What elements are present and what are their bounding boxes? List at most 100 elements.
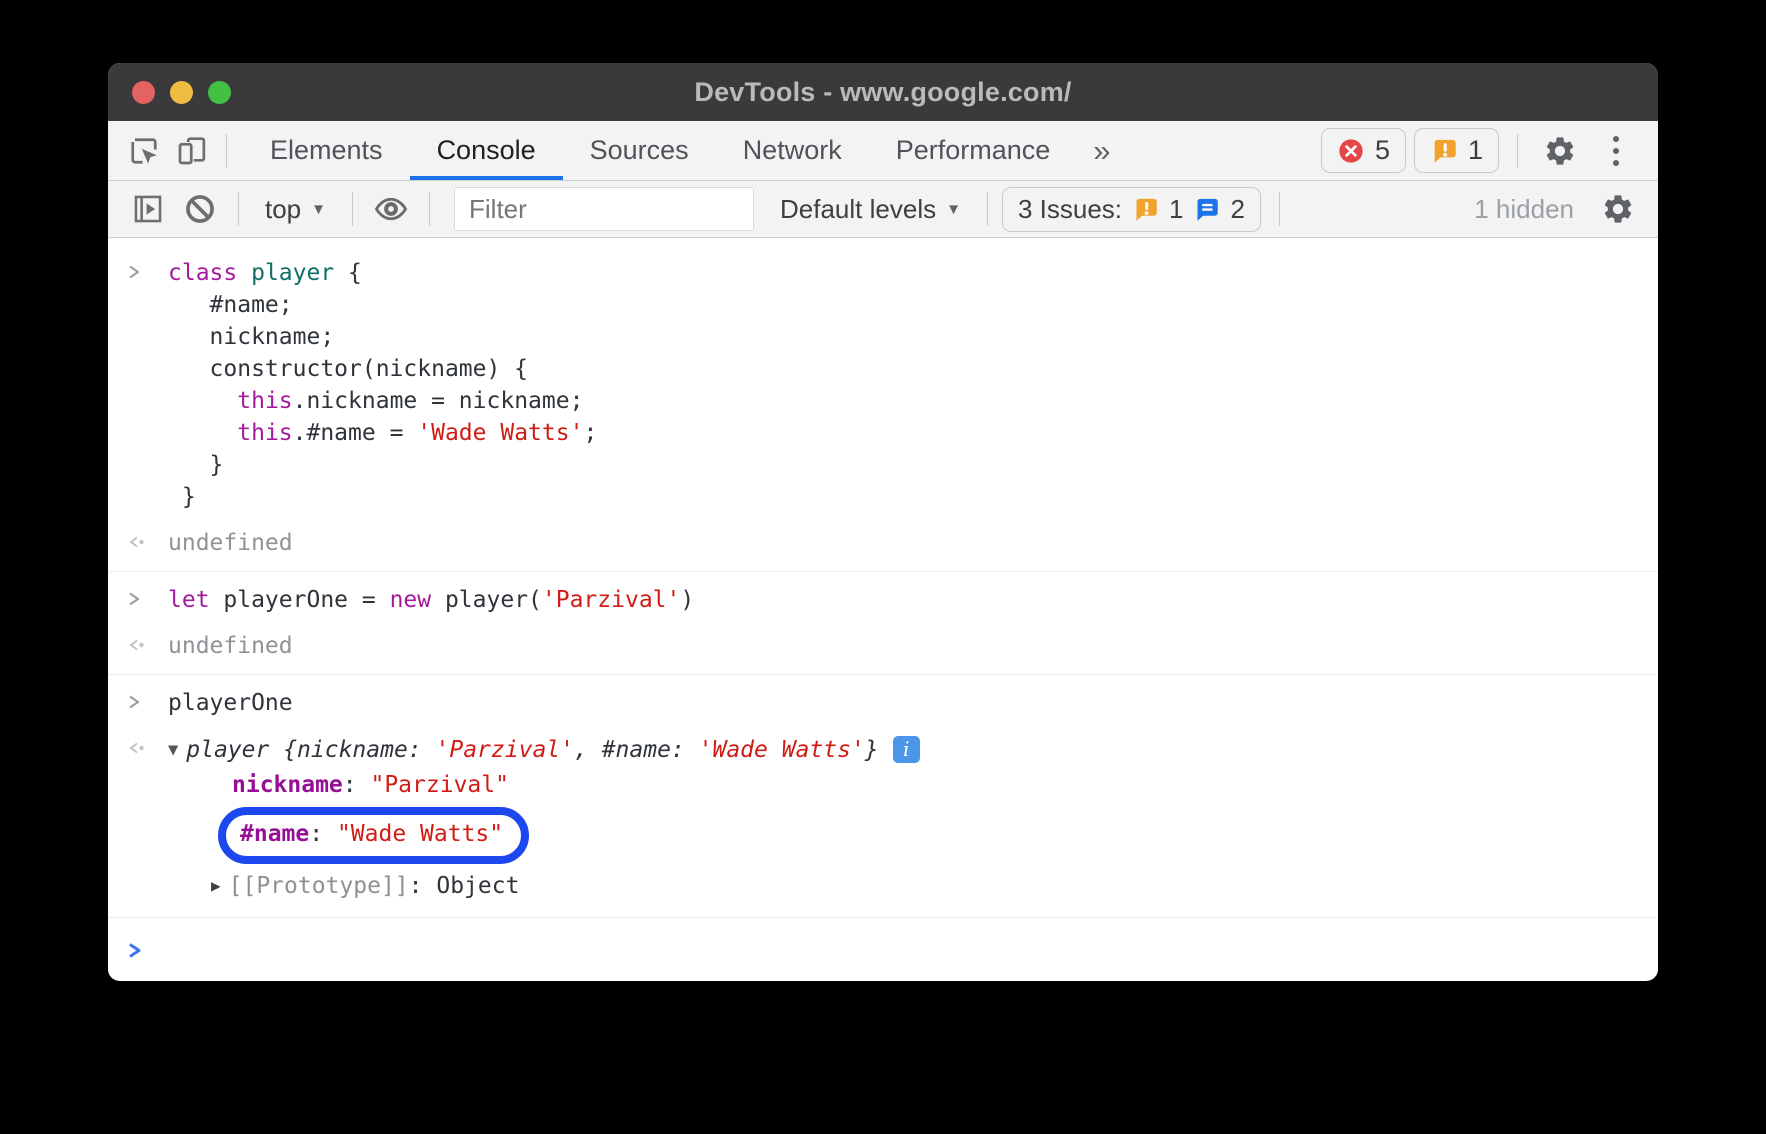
more-tabs-icon[interactable]: » [1077,133,1126,169]
collapse-triangle-icon[interactable]: ▼ [168,740,178,760]
prototype-value: Object [436,873,519,899]
warning-count: 1 [1468,135,1483,166]
devtools-tabbar: Elements Console Sources Network Perform… [108,121,1658,181]
menu-dots-icon[interactable] [1592,127,1640,175]
expand-triangle-icon[interactable]: ▶ [211,876,221,895]
tab-console[interactable]: Console [410,121,563,180]
highlight-ring-annotation: #name: "Wade Watts" [218,807,529,864]
code-token: player [251,260,334,286]
prototype-row: ▶[[Prototype]]: Object [211,867,1638,905]
titlebar[interactable]: DevTools - www.google.com/ [108,63,1658,121]
code-line: } [168,449,1638,481]
object-property-row: #name: "Wade Watts" [232,804,1638,867]
result-return-icon [126,527,168,559]
console-log: class player { #name; nickname; construc… [108,250,1658,967]
property-name: nickname [232,772,343,798]
inspect-element-icon[interactable] [120,127,168,175]
console-sidebar-icon[interactable] [124,185,172,233]
console-prompt[interactable] [108,923,1658,967]
property-separator: : [343,772,371,798]
code-token [168,420,237,446]
code-token: } [168,484,196,510]
property-value: "Parzival" [370,772,508,798]
code-token: .#name = [293,420,418,446]
object-property-row: nickname: "Parzival" [232,767,1638,804]
tab-network[interactable]: Network [716,121,869,180]
code-token: playerOne = [210,587,390,613]
issue-info-icon [1193,196,1220,223]
code-token: } [168,452,223,478]
zoom-button[interactable] [208,81,231,104]
code-token: 'Wade Watts' [699,737,865,763]
error-count: 5 [1375,135,1390,166]
property-name: #name [240,821,309,847]
tab-elements[interactable]: Elements [243,121,410,180]
code-line: nickname; [168,321,1638,353]
toolbar-divider [987,192,988,226]
minimize-button[interactable] [170,81,193,104]
code-token: { [334,260,362,286]
object-preview-text: player {nickname: 'Parzival', #name: 'Wa… [186,737,878,763]
issues-label: 3 Issues: [1018,194,1122,225]
warning-count-badge[interactable]: 1 [1414,128,1499,173]
code-line: class player { [168,257,1638,289]
info-badge-icon[interactable]: i [893,736,920,763]
console-entry-body: playerOne [168,687,1638,719]
code-line: this.nickname = nickname; [168,385,1638,417]
live-expression-eye-icon[interactable] [367,185,415,233]
clear-console-icon[interactable] [176,185,224,233]
toolbar-divider [352,192,353,226]
error-icon [1337,137,1365,165]
window-title: DevTools - www.google.com/ [694,77,1071,108]
result-value: undefined [168,527,1638,559]
close-button[interactable] [132,81,155,104]
code-token: playerOne [168,690,293,716]
toolbar-divider [429,192,430,226]
code-token: constructor(nickname) { [168,356,528,382]
error-count-badge[interactable]: 5 [1321,128,1406,173]
log-result-undefined-1: undefined [108,520,1658,566]
code-token: 'Parzival' [542,587,680,613]
code-token: #name; [168,292,293,318]
issues-info-count: 2 [1230,194,1244,225]
property-separator: : [409,873,437,899]
code-line: #name; [168,289,1638,321]
filter-input[interactable] [454,187,754,231]
device-toolbar-icon[interactable] [168,127,216,175]
code-token: player [186,737,283,763]
code-token: this [237,388,292,414]
console-input-area[interactable] [168,935,1638,967]
log-levels-label: Default levels [780,194,936,225]
code-line: this.#name = 'Wade Watts'; [168,417,1638,449]
log-playerone: playerOne [108,680,1658,726]
panel-tabs: Elements Console Sources Network Perform… [243,121,1077,180]
code-token [168,388,237,414]
console-entry-body: undefined [168,527,1638,559]
tab-sources[interactable]: Sources [563,121,716,180]
code-token: new [390,587,432,613]
tab-performance[interactable]: Performance [869,121,1078,180]
object-preview-row: ▼ player {nickname: 'Parzival', #name: 'W… [168,733,1638,767]
hidden-messages-label: 1 hidden [1474,194,1574,225]
console-panel: class player { #name; nickname; construc… [108,238,1658,979]
issues-button[interactable]: 3 Issues: 1 2 [1002,187,1261,232]
console-entry-body: let playerOne = new player('Parzival') [168,584,1638,616]
code-line: let playerOne = new player('Parzival') [168,584,1638,616]
code-token: } [865,737,879,763]
screen-background: DevTools - www.google.com/ Elements Cons… [0,0,1766,1134]
code-token: ) [680,587,694,613]
toolbar-divider [1517,134,1518,168]
console-settings-gear-icon[interactable] [1594,185,1642,233]
issue-warning-icon [1132,196,1159,223]
code-token: let [168,587,210,613]
settings-gear-icon[interactable] [1536,127,1584,175]
context-selector[interactable]: top ▼ [253,194,338,225]
code-line: } [168,481,1638,513]
toolbar-divider [226,134,227,168]
log-let-playerone: let playerOne = new player('Parzival') [108,577,1658,623]
toolbar-divider [1279,192,1280,226]
console-entry-body: undefined [168,630,1638,662]
status-badges: 5 1 [1321,127,1640,175]
context-selector-label: top [265,194,301,225]
log-levels-selector[interactable]: Default levels ▼ [768,194,973,225]
